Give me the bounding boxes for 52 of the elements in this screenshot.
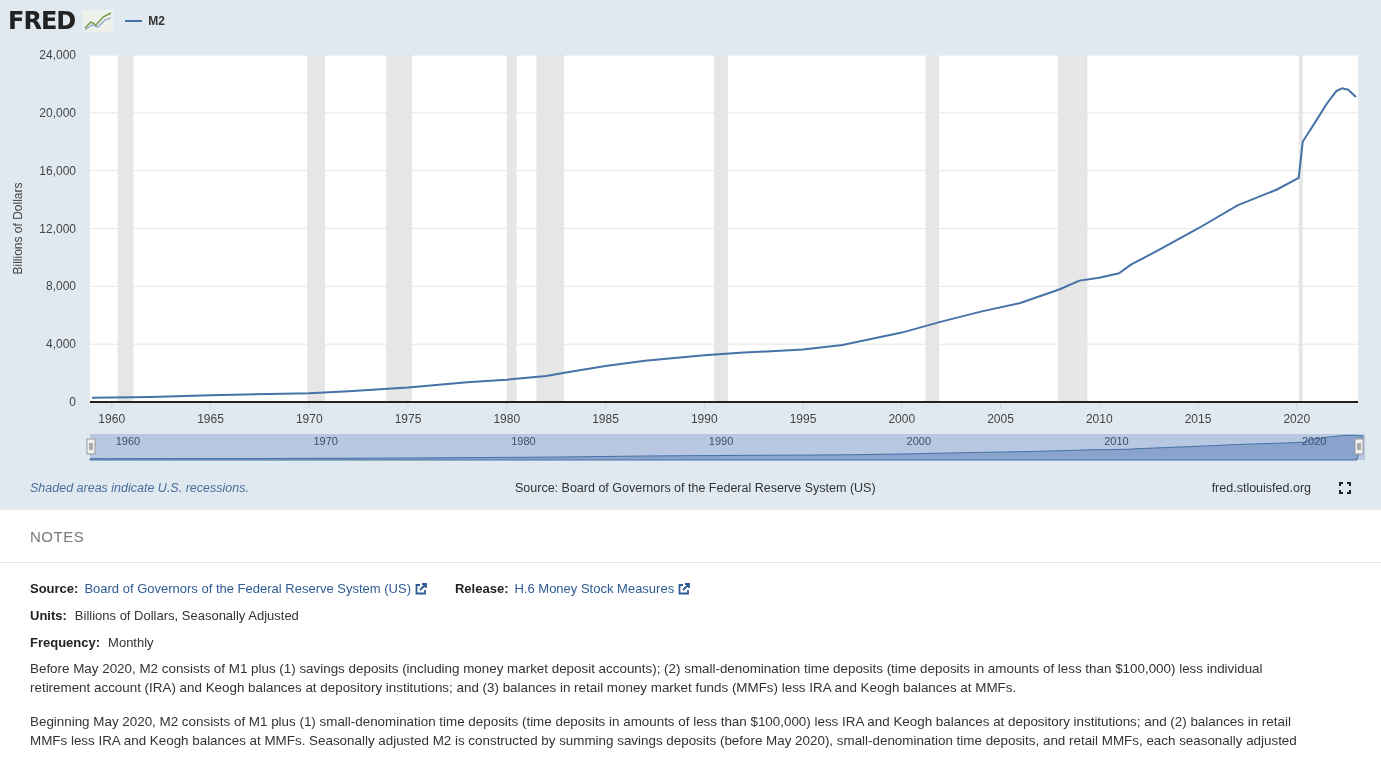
y-tick-label: 4,000 — [45, 337, 76, 352]
y-tick-label: 0 — [69, 395, 76, 409]
field-label: Source: — [30, 581, 79, 596]
navigator-handle-icon[interactable] — [1354, 438, 1364, 455]
notes-heading: NOTES — [0, 510, 1381, 563]
y-tick-label: 20,000 — [39, 105, 76, 120]
source-text: Source: Board of Governors of the Federal Reserve System (US) — [515, 481, 877, 495]
x-tick-label: 2015 — [1184, 412, 1212, 426]
y-tick-label: 16,000 — [39, 163, 76, 178]
x-tick-label: 1965 — [197, 412, 224, 426]
navigator-year-label: 1990 — [708, 435, 734, 447]
recession-note: Shaded areas indicate U.S. recessions. — [30, 481, 250, 495]
x-tick-label: 1970 — [295, 412, 323, 426]
field-label: Release: — [455, 581, 509, 596]
y-tick-label: 12,000 — [39, 221, 76, 236]
x-tick-label: 1980 — [493, 412, 521, 426]
legend-line-icon — [125, 20, 143, 22]
x-tick-label: 1975 — [394, 412, 422, 426]
field-value: Monthly — [108, 635, 154, 650]
navigator-year-label: 1970 — [313, 435, 338, 447]
x-tick-label: 1985 — [592, 412, 619, 426]
y-axis-title: Billions of Dollars — [11, 182, 25, 275]
field-value: Billions of Dollars, Seasonally Adjusted — [74, 608, 299, 623]
y-tick-label: 8,000 — [45, 279, 76, 294]
navigator-year-label: 1980 — [511, 435, 536, 447]
navigator-year-label: 2010 — [1104, 435, 1129, 447]
x-tick-label: 2020 — [1283, 412, 1311, 426]
legend-label[interactable]: M2 — [148, 14, 165, 28]
navigator-year-label: 2000 — [906, 435, 932, 447]
navigator-handle-icon[interactable] — [86, 438, 96, 455]
x-tick-label: 1990 — [690, 412, 718, 426]
site-url: fred.stlouisfed.org — [1211, 481, 1311, 495]
navigator-year-label: 1960 — [115, 435, 141, 447]
navigator-year-label: 2020 — [1301, 435, 1327, 447]
fullscreen-icon[interactable] — [1339, 482, 1351, 494]
field-label: Units: — [30, 608, 67, 623]
line-chart-icon — [83, 10, 114, 32]
notes-paragraph: Beginning May 2020, M2 consists of M1 plus (1) small-denomination time deposits (time deposits in amounts of less than $100,000) less IRA and Keogh balances at depository institutions; and (2) balances in retail MMFs less IRA and Keogh balances at MMFs. Seasonally adjusted M2 is constructed by summing savings deposits (before May 2020), small-denomination time deposits, and retail MMFs, each seasonally adjusted — [30, 713, 1298, 750]
x-tick-label: 1995 — [789, 412, 817, 426]
field-label: Frequency: — [30, 635, 101, 650]
external-link-icon — [678, 582, 691, 595]
x-tick-label: 1960 — [98, 412, 126, 426]
x-tick-label: 2000 — [888, 412, 916, 426]
notes-paragraph: Before May 2020, M2 consists of M1 plus (1) savings deposits (including money market deposit accounts); (2) small-denomination time deposits (time deposits in amounts of less than $100,000) less individual retirement account (IRA) and Keogh balances at depository institutions; and (3) balances in retail money market funds (MMFs) less IRA and Keogh balances at MMFs. — [30, 660, 1264, 697]
navigator-drawing[interactable] — [89, 434, 1365, 461]
field-link[interactable]: H.6 Money Stock Measures — [514, 581, 691, 596]
x-tick-label: 2010 — [1085, 412, 1113, 426]
y-tick-label: 24,000 — [39, 48, 76, 62]
fred-logo[interactable]: FRED — [8, 9, 76, 33]
x-tick-label: 2005 — [987, 412, 1014, 426]
external-link-icon — [415, 582, 427, 595]
field-link[interactable]: Board of Governors of the Federal Reserve System (US) — [84, 581, 427, 596]
